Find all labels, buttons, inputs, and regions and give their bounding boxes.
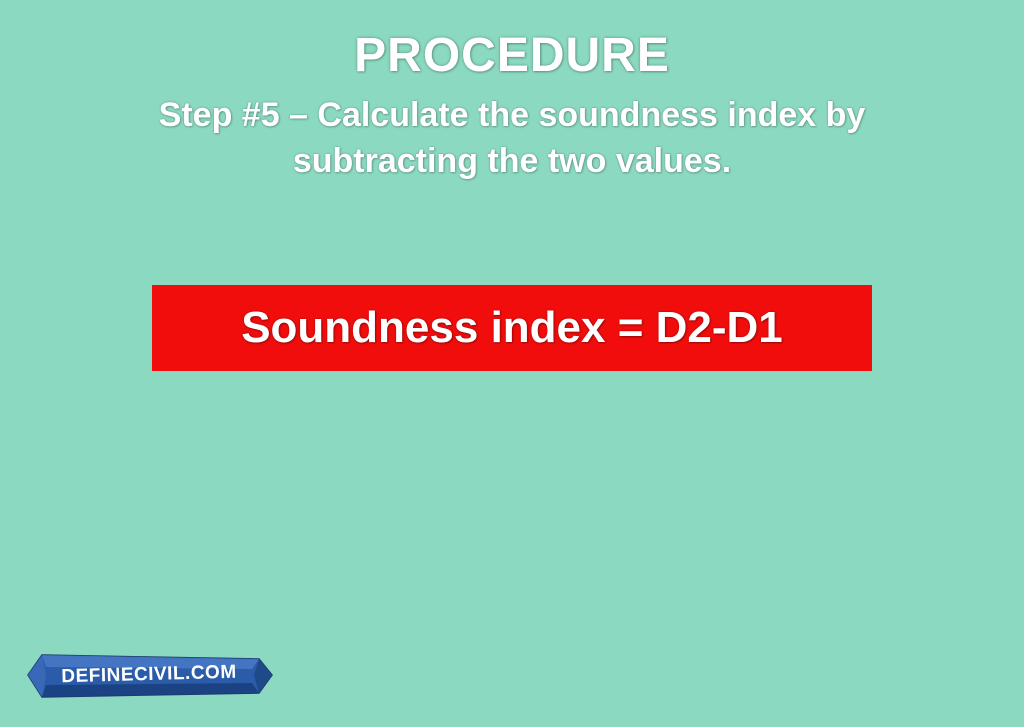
logo-text: DEFINECIVIL.COM: [61, 662, 237, 689]
logo: DEFINECIVIL.COM: [24, 647, 274, 703]
formula-box: Soundness index = D2-D1: [152, 285, 872, 371]
slide-subtitle: Step #5 – Calculate the soundness index …: [0, 83, 1024, 185]
formula-text: Soundness index = D2-D1: [241, 303, 783, 352]
slide-title: PROCEDURE: [0, 0, 1024, 83]
